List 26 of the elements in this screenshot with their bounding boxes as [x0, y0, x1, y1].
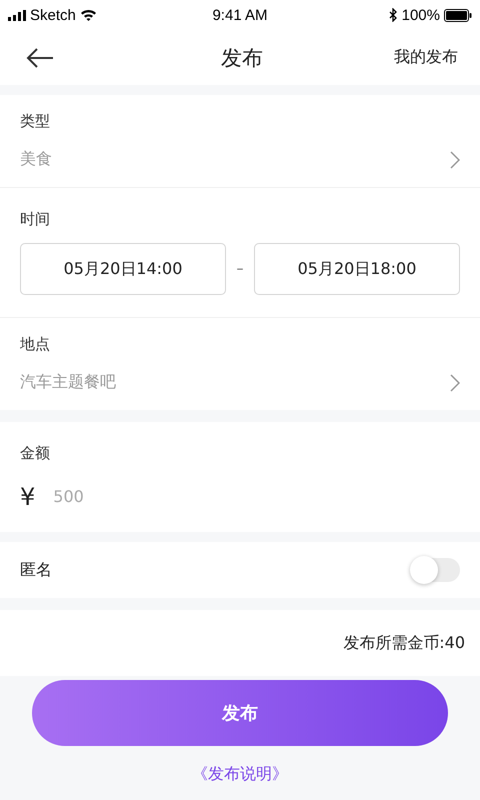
- signal-icon: [8, 10, 26, 20]
- field-label: 金额: [20, 444, 51, 462]
- bluetooth-icon: [388, 8, 398, 22]
- submit-button[interactable]: 发布: [32, 680, 448, 746]
- chevron-right-icon: [450, 150, 460, 168]
- back-arrow-icon[interactable]: [26, 48, 54, 68]
- my-posts-link[interactable]: 我的发布: [394, 47, 458, 68]
- wifi-icon: [80, 9, 97, 21]
- field-label: 类型: [20, 112, 51, 131]
- page-title: 发布: [221, 44, 263, 72]
- range-separator: –: [236, 261, 244, 277]
- field-label: 地点: [20, 335, 51, 354]
- clock-time: 9:41 AM: [212, 6, 268, 24]
- chevron-right-icon: [450, 374, 460, 392]
- coin-cost-text: 发布所需金币:40: [343, 632, 465, 654]
- anonymous-label: 匿名: [20, 560, 52, 580]
- place-value[interactable]: 汽车主题餐吧: [20, 372, 116, 393]
- start-time-field[interactable]: 05月20日14:00: [20, 243, 226, 295]
- currency-symbol: ¥: [20, 482, 36, 510]
- battery-icon: [444, 8, 472, 22]
- publish-notes-link[interactable]: 《发布说明》: [192, 764, 288, 785]
- type-value[interactable]: 美食: [20, 149, 52, 170]
- field-label: 时间: [20, 210, 51, 229]
- carrier-name: Sketch: [30, 6, 76, 24]
- battery-percent: 100%: [402, 6, 440, 24]
- end-time-field[interactable]: 05月20日18:00: [254, 243, 460, 295]
